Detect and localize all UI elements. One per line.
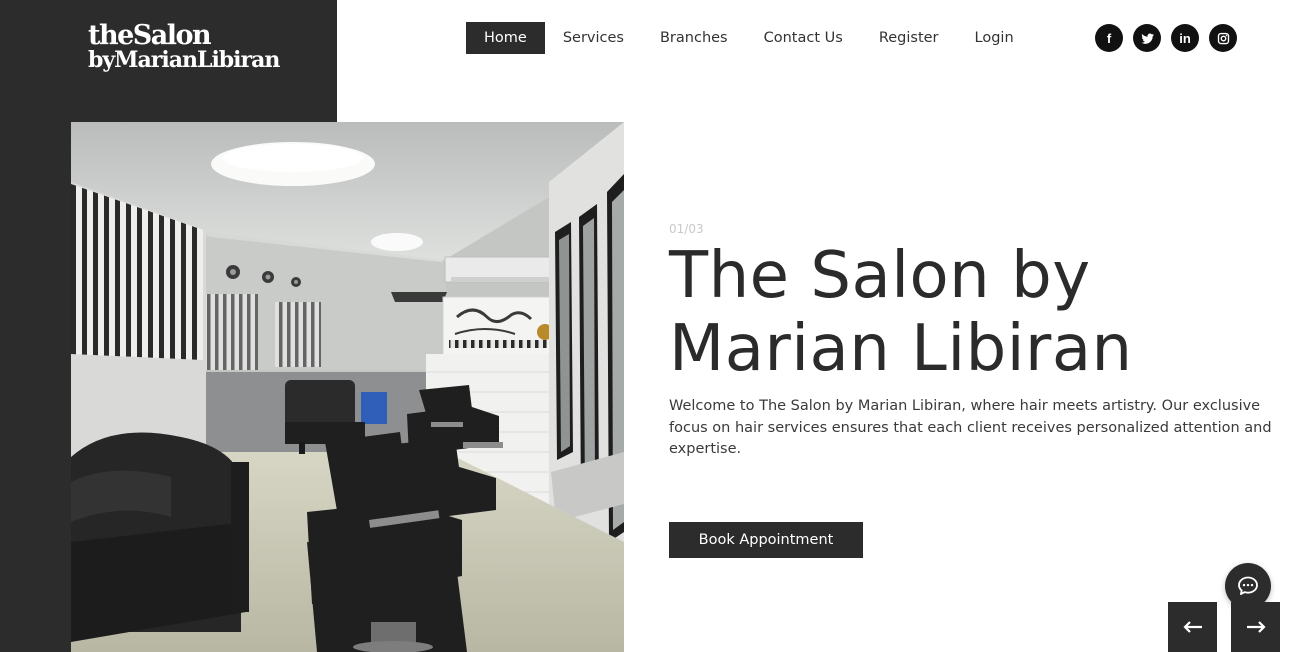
arrow-right-glyph [1246, 621, 1266, 633]
book-appointment-button[interactable]: Book Appointment [669, 522, 863, 558]
nav-register[interactable]: Register [861, 22, 957, 54]
twitter-icon[interactable] [1133, 24, 1161, 52]
nav-branches[interactable]: Branches [642, 22, 746, 54]
salon-interior-photo [71, 122, 624, 652]
instagram-camera-glyph [1217, 32, 1229, 44]
instagram-icon[interactable] [1209, 24, 1237, 52]
arrow-left-glyph [1182, 621, 1202, 633]
linkedin-glyph: in [1179, 30, 1191, 46]
social-links: f in [1095, 24, 1237, 52]
chat-bubble-glyph [1238, 576, 1258, 595]
linkedin-icon[interactable]: in [1171, 24, 1199, 52]
logo-line-1: theSalon [88, 20, 212, 51]
hero-description: Welcome to The Salon by Marian Libiran, … [669, 398, 1272, 457]
slide-counter: 01/03 [669, 222, 704, 236]
nav-contact-us[interactable]: Contact Us [746, 22, 861, 54]
nav-login[interactable]: Login [957, 22, 1032, 54]
facebook-icon[interactable]: f [1095, 24, 1123, 52]
hero-title-line-1: The Salon by [669, 239, 1091, 313]
arrow-right-icon[interactable] [1231, 602, 1280, 652]
logo-line-2: byMarianLibiran [88, 47, 280, 73]
arrow-left-icon[interactable] [1168, 602, 1217, 652]
twitter-bird-glyph [1140, 33, 1154, 44]
facebook-glyph: f [1106, 30, 1112, 46]
main-nav: Home Services Branches Contact Us Regist… [466, 22, 1032, 54]
nav-home[interactable]: Home [466, 22, 545, 54]
hero-title-line-2: Marian Libiran [669, 312, 1133, 386]
nav-services[interactable]: Services [545, 22, 642, 54]
brand-logo[interactable]: theSalon byMarianLibiran [88, 20, 280, 73]
hero-title: The Salon by Marian Libiran [669, 240, 1289, 386]
